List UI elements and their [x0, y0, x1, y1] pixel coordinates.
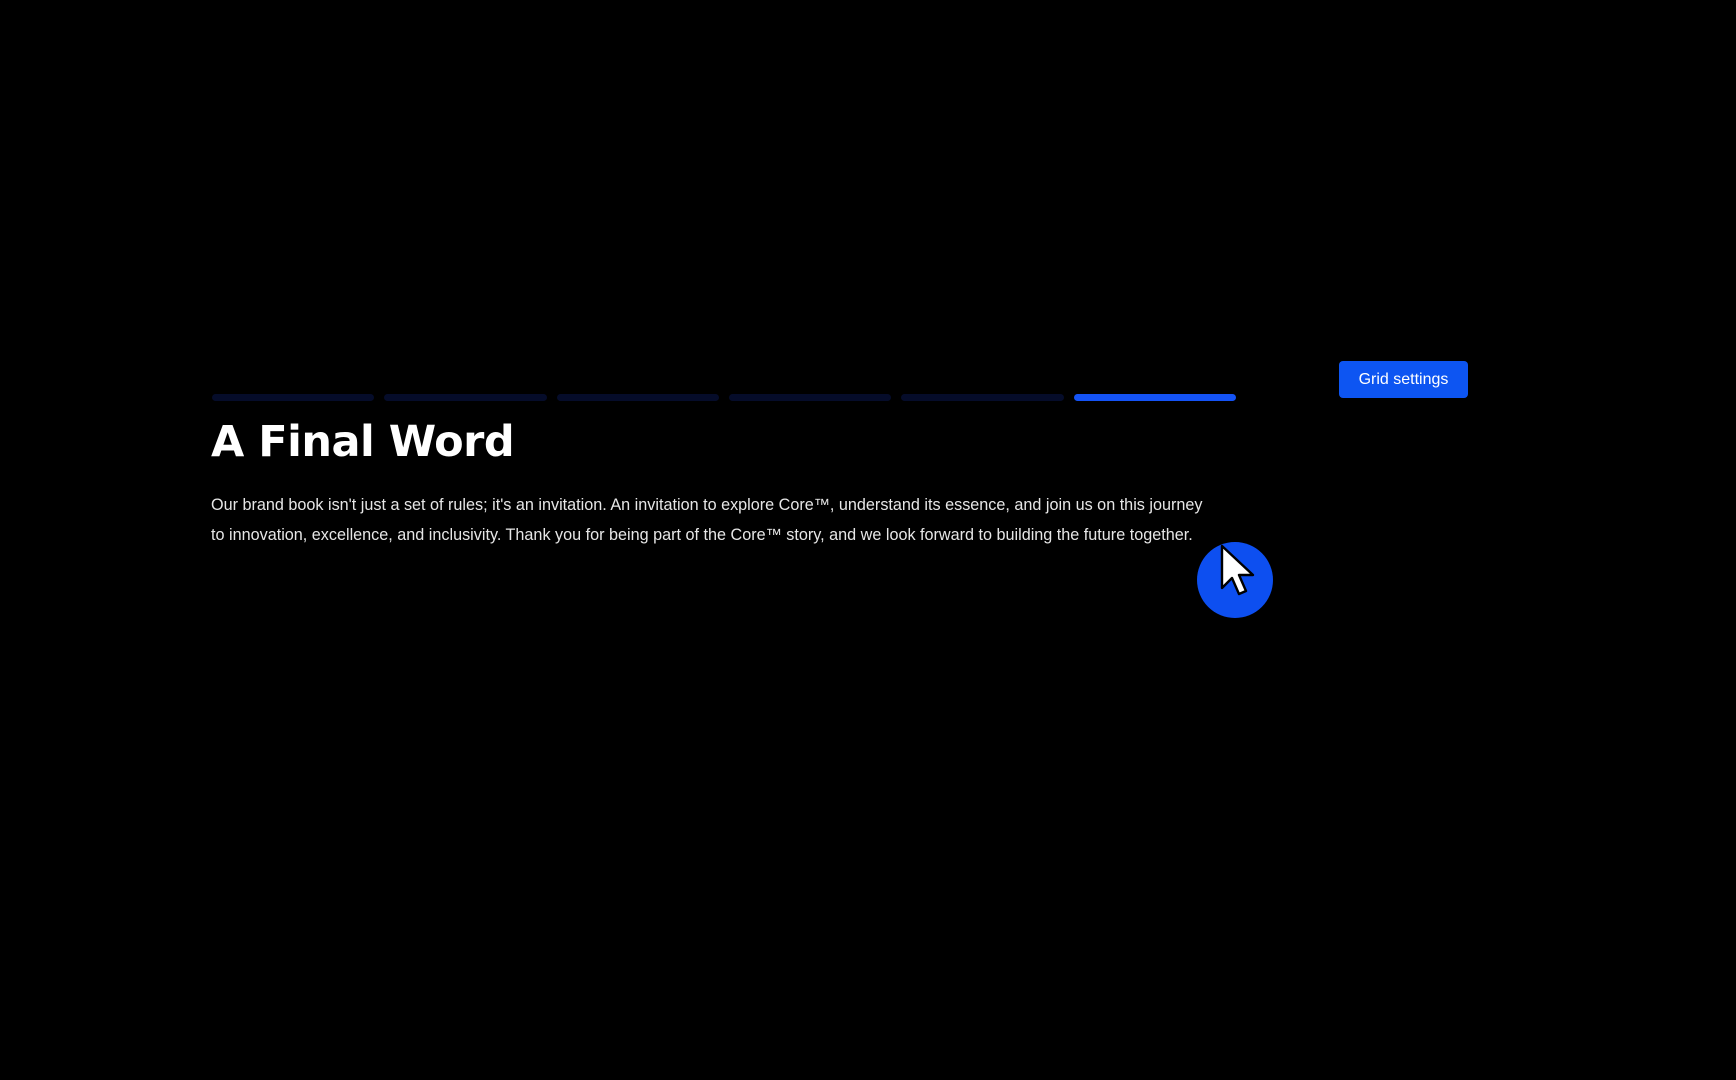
cursor-highlight	[1197, 542, 1273, 618]
progress-segment-2[interactable]	[384, 394, 547, 401]
progress-segment-1[interactable]	[212, 394, 375, 401]
pointer-cursor-icon	[1220, 544, 1255, 596]
slide-progress-bar	[212, 394, 1236, 401]
progress-segment-6-active[interactable]	[1073, 394, 1236, 401]
slide-stage: Grid settings A Final Word Our brand boo…	[0, 0, 1736, 1080]
page-title: A Final Word	[211, 417, 515, 467]
progress-segment-3[interactable]	[556, 394, 719, 401]
progress-segment-5[interactable]	[901, 394, 1064, 401]
progress-segment-4[interactable]	[728, 394, 892, 401]
grid-settings-button[interactable]: Grid settings	[1339, 361, 1468, 398]
body-paragraph: Our brand book isn't just a set of rules…	[211, 496, 1203, 544]
